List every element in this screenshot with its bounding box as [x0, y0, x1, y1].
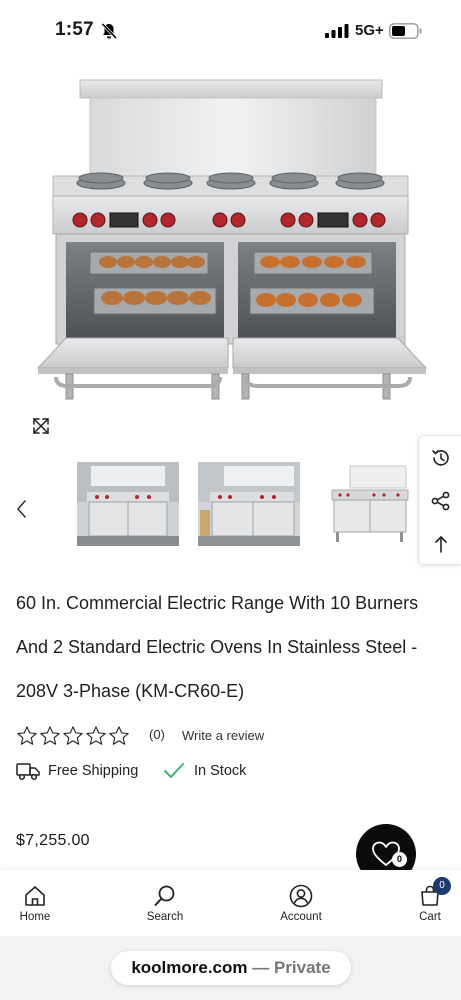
check-icon	[164, 763, 184, 778]
stock-status: In Stock	[194, 763, 247, 779]
browser-address-area: koolmore.com — Private	[0, 936, 461, 1000]
history-icon	[431, 449, 449, 466]
product-image[interactable]	[28, 72, 433, 407]
star-icon	[17, 726, 37, 745]
history-button[interactable]	[419, 436, 461, 479]
private-mode-label: — Private	[252, 958, 331, 977]
status-time: 1:57	[55, 19, 94, 40]
side-actions	[418, 435, 461, 565]
nav-cart[interactable]: Cart	[390, 870, 461, 936]
nav-search[interactable]: Search	[125, 870, 205, 936]
expand-icon[interactable]	[31, 416, 51, 436]
product-price: $7,255.00	[16, 832, 90, 849]
rating-stars[interactable]	[16, 725, 130, 747]
product-title: 60 In. Commercial Electric Range With 10…	[16, 593, 419, 701]
arrow-up-icon	[434, 535, 447, 553]
bell-off-icon	[101, 22, 118, 40]
wishlist-count-badge: 0	[392, 852, 407, 867]
share-icon	[431, 491, 449, 510]
review-count: (0)	[149, 727, 165, 742]
share-button[interactable]	[419, 479, 461, 522]
search-icon	[154, 885, 175, 906]
write-review-link[interactable]: Write a review	[182, 728, 264, 743]
star-icon	[40, 726, 60, 745]
thumbnail-3[interactable]	[328, 462, 410, 546]
thumbnail-1[interactable]	[77, 462, 179, 546]
rating-row: (0) Write a review	[16, 724, 264, 748]
bottom-nav: Home Search Account Cart	[0, 870, 461, 936]
nav-home-label: Home	[19, 911, 51, 923]
star-icon	[109, 726, 129, 745]
signal-icon	[325, 24, 349, 38]
shipping-stock-row: Free Shipping In Stock	[16, 759, 316, 785]
scroll-top-button[interactable]	[419, 522, 461, 565]
account-icon	[289, 884, 313, 908]
nav-home[interactable]: Home	[0, 870, 75, 936]
truck-icon	[16, 763, 40, 781]
nav-account[interactable]: Account	[261, 870, 341, 936]
star-icon	[63, 726, 83, 745]
nav-account-label: Account	[280, 911, 322, 923]
star-icon	[86, 726, 106, 745]
network-type: 5G+	[355, 22, 384, 39]
nav-cart-label: Cart	[419, 911, 441, 923]
nav-search-label: Search	[146, 911, 184, 923]
shipping-label: Free Shipping	[48, 763, 139, 779]
chevron-left-icon[interactable]	[12, 497, 32, 521]
status-bar: 1:57 5G+	[0, 0, 461, 62]
cart-count-badge: 0	[433, 877, 451, 895]
address-bar[interactable]: koolmore.com — Private	[111, 951, 351, 985]
battery-icon	[389, 23, 422, 39]
thumbnail-2[interactable]	[198, 462, 300, 546]
home-icon	[25, 886, 45, 906]
url-domain: koolmore.com	[131, 958, 248, 977]
